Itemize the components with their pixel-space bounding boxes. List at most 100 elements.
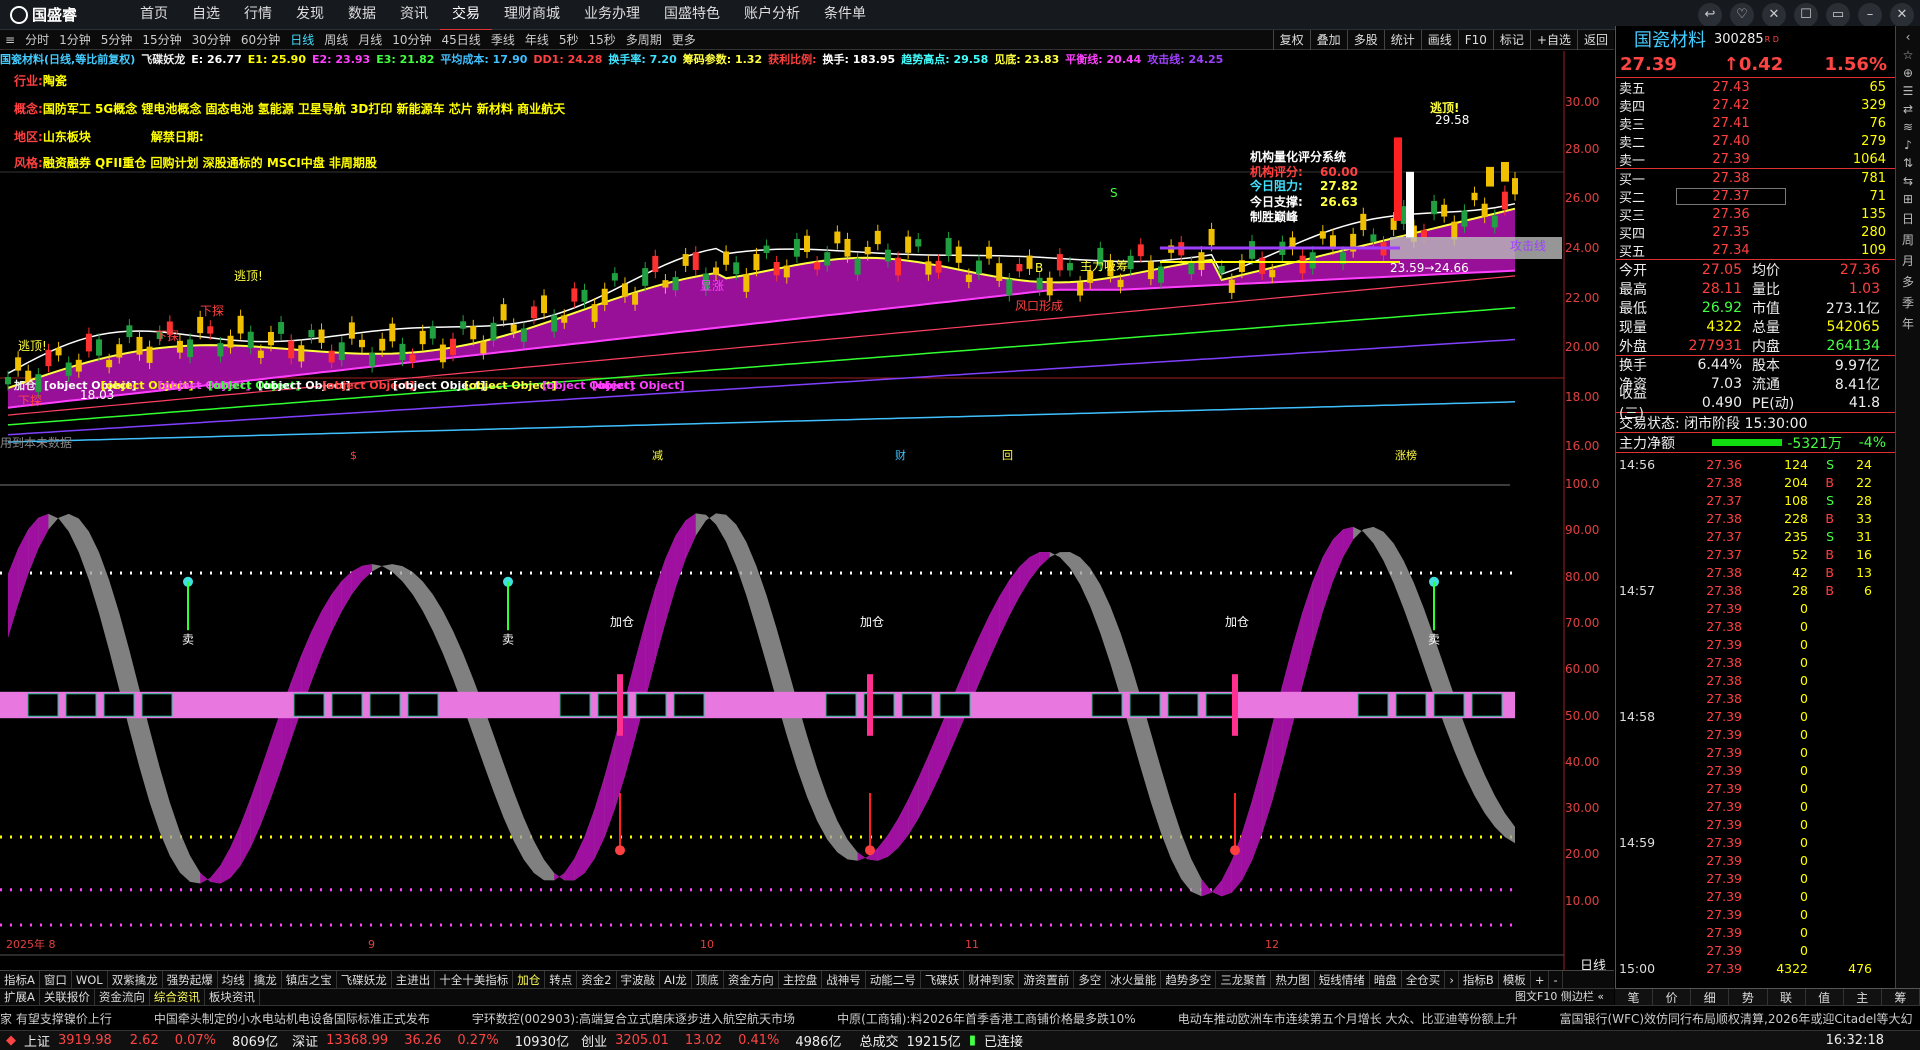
- quote-tab[interactable]: 笔: [1615, 989, 1654, 1005]
- side-strip-button[interactable]: ⇆: [1896, 174, 1920, 188]
- indicator-tab[interactable]: 战神号: [822, 971, 866, 988]
- indicator-tab[interactable]: 趋势多空: [1161, 971, 1217, 988]
- period-tab-15[interactable]: 多周期: [621, 30, 667, 50]
- ask-row[interactable]: 卖一 27.39 1064: [1616, 150, 1895, 169]
- ask-row[interactable]: 卖三 27.41 76: [1616, 114, 1895, 133]
- indicator-tab[interactable]: AI龙: [660, 971, 692, 988]
- side-strip-button[interactable]: ≋: [1896, 120, 1920, 134]
- side-strip-button[interactable]: 多: [1896, 273, 1920, 290]
- news-item[interactable]: 电动车推动欧洲车市连续第五个月增长 大众、比亚迪等份额上升: [1178, 1010, 1518, 1027]
- period-tab-12[interactable]: 年线: [520, 30, 554, 50]
- period-tab-9[interactable]: 10分钟: [387, 30, 436, 50]
- period-tab-11[interactable]: 季线: [486, 30, 520, 50]
- indicator-tab[interactable]: 主进出: [392, 971, 436, 988]
- indicator-tab[interactable]: 强势起爆: [163, 971, 218, 988]
- menu-item-7[interactable]: 理财商城: [492, 0, 572, 31]
- quote-tab[interactable]: 主: [1844, 989, 1882, 1005]
- menu-item-1[interactable]: 自选: [180, 0, 232, 31]
- period-tab-10[interactable]: 45日线: [437, 30, 486, 50]
- indicator-tab[interactable]: +: [1531, 971, 1550, 988]
- window-control-icon[interactable]: ↩: [1698, 3, 1722, 27]
- ask-row[interactable]: 卖四 27.42 329: [1616, 96, 1895, 115]
- ask-row[interactable]: 卖二 27.40 279: [1616, 132, 1895, 151]
- indicator-tab[interactable]: 资金方向: [724, 971, 779, 988]
- indicator-tab[interactable]: 短线情绪: [1315, 971, 1370, 988]
- indicator-tab[interactable]: 飞碟妖龙: [337, 971, 392, 988]
- news-item[interactable]: 中原(工商铺):料2026年首季香港工商铺价格最多跌10%: [837, 1010, 1136, 1027]
- menu-item-3[interactable]: 发现: [284, 0, 336, 31]
- side-strip-button[interactable]: 日: [1896, 210, 1920, 227]
- indicator-tab[interactable]: 全仓买: [1402, 971, 1446, 988]
- indicator-tab[interactable]: 热力图: [1271, 971, 1315, 988]
- side-strip-button[interactable]: 年: [1896, 315, 1920, 332]
- indicator-tab[interactable]: ›: [1445, 971, 1459, 988]
- indicator-tab[interactable]: 顶底: [692, 971, 724, 988]
- indicator-tab[interactable]: 多空: [1074, 971, 1107, 988]
- info-tab[interactable]: 综合资讯: [150, 989, 205, 1005]
- side-strip-button[interactable]: 月: [1896, 252, 1920, 269]
- stock-name[interactable]: 国瓷材料: [1634, 26, 1706, 52]
- period-tab-2[interactable]: 5分钟: [96, 30, 138, 50]
- tool-button-8[interactable]: 返回: [1576, 30, 1614, 50]
- ask-row[interactable]: 卖五 27.43 65: [1616, 78, 1895, 97]
- bid-row[interactable]: 买五 27.34 109: [1616, 241, 1895, 260]
- indicator-tab[interactable]: 十全十美指标: [435, 971, 514, 988]
- app-logo[interactable]: 国盛睿: [0, 4, 128, 25]
- bid-row[interactable]: 买二 27.37 71: [1616, 187, 1895, 206]
- indicator-tab[interactable]: 镇店之宝: [282, 971, 337, 988]
- window-control-icon[interactable]: ☐: [1794, 3, 1818, 27]
- side-strip-button[interactable]: 季: [1896, 294, 1920, 311]
- indicator-tab[interactable]: 擒龙: [250, 971, 282, 988]
- period-tab-1[interactable]: 1分钟: [54, 30, 96, 50]
- window-control-icon[interactable]: ✕: [1890, 3, 1914, 27]
- indicator-tab[interactable]: 宇波敲: [617, 971, 661, 988]
- indicator-tab[interactable]: 暗盘: [1370, 971, 1402, 988]
- indicator-tab[interactable]: 加仓: [513, 971, 546, 988]
- tool-button-0[interactable]: 复权: [1272, 30, 1310, 50]
- tool-button-5[interactable]: F10: [1457, 30, 1493, 50]
- quote-tab[interactable]: 筹: [1882, 989, 1920, 1005]
- news-ticker[interactable]: 家 有望支撑镍价上行 中国牵头制定的小水电站机电设备国际标准正式发布 宇环数控(00…: [0, 1005, 1920, 1030]
- indicator-tab[interactable]: 指标A: [0, 971, 40, 988]
- quote-tab[interactable]: 势: [1729, 989, 1768, 1005]
- indicator-tab[interactable]: 均线: [218, 971, 250, 988]
- news-item[interactable]: 家 有望支撑镍价上行: [0, 1010, 112, 1027]
- period-tab-3[interactable]: 15分钟: [137, 30, 186, 50]
- news-item[interactable]: 中国牵头制定的小水电站机电设备国际标准正式发布: [154, 1010, 430, 1027]
- menu-item-9[interactable]: 国盛特色: [652, 0, 732, 31]
- side-strip-button[interactable]: ⊞: [1896, 192, 1920, 206]
- window-control-icon[interactable]: ✕: [1762, 3, 1786, 27]
- quote-tab[interactable]: 价: [1653, 989, 1692, 1005]
- period-tab-8[interactable]: 月线: [353, 30, 387, 50]
- quote-tab[interactable]: 值: [1806, 989, 1844, 1005]
- indicator-tab[interactable]: 冰火量能: [1106, 971, 1162, 988]
- indicator-tab[interactable]: 双紫擒龙: [108, 971, 163, 988]
- period-tab-4[interactable]: 30分钟: [187, 30, 236, 50]
- sz-label[interactable]: 深证: [292, 1031, 318, 1050]
- bid-row[interactable]: 买一 27.38 781: [1616, 169, 1895, 188]
- indicator-tab[interactable]: WOL: [72, 971, 108, 988]
- quote-tab[interactable]: 细: [1691, 989, 1730, 1005]
- menu-item-5[interactable]: 资讯: [388, 0, 440, 31]
- side-strip-button[interactable]: ⊕: [1896, 66, 1920, 80]
- bid-row[interactable]: 买四 27.35 280: [1616, 223, 1895, 242]
- indicator-tab[interactable]: 窗口: [40, 971, 72, 988]
- news-item[interactable]: 富国银行(WFC)效仿同行布局顺权清算,2026年或迎Citadel等大幻: [1560, 1010, 1913, 1027]
- side-strip-button[interactable]: ☰: [1896, 84, 1920, 98]
- side-strip-button[interactable]: ‹: [1896, 30, 1920, 44]
- news-item[interactable]: 宇环数控(002903):高端复合立式磨床逐步进入航空航天市场: [472, 1010, 795, 1027]
- info-tab[interactable]: 关联报价: [40, 989, 95, 1005]
- menu-item-8[interactable]: 业务办理: [572, 0, 652, 31]
- period-tab-0[interactable]: 分时: [20, 30, 54, 50]
- indicator-tab[interactable]: 飞碟妖: [921, 971, 965, 988]
- tool-button-7[interactable]: +自选: [1529, 30, 1577, 50]
- tool-button-4[interactable]: 画线: [1420, 30, 1458, 50]
- indicator-tab[interactable]: 模板: [1499, 971, 1531, 988]
- period-tab-13[interactable]: 5秒: [554, 30, 584, 50]
- period-tab-7[interactable]: 周线: [319, 30, 353, 50]
- menu-item-10[interactable]: 账户分析: [732, 0, 812, 31]
- period-tab-14[interactable]: 15秒: [583, 30, 620, 50]
- side-strip-button[interactable]: 周: [1896, 231, 1920, 248]
- menu-toggle-icon[interactable]: ≡: [0, 30, 20, 50]
- window-control-icon[interactable]: –: [1858, 3, 1882, 27]
